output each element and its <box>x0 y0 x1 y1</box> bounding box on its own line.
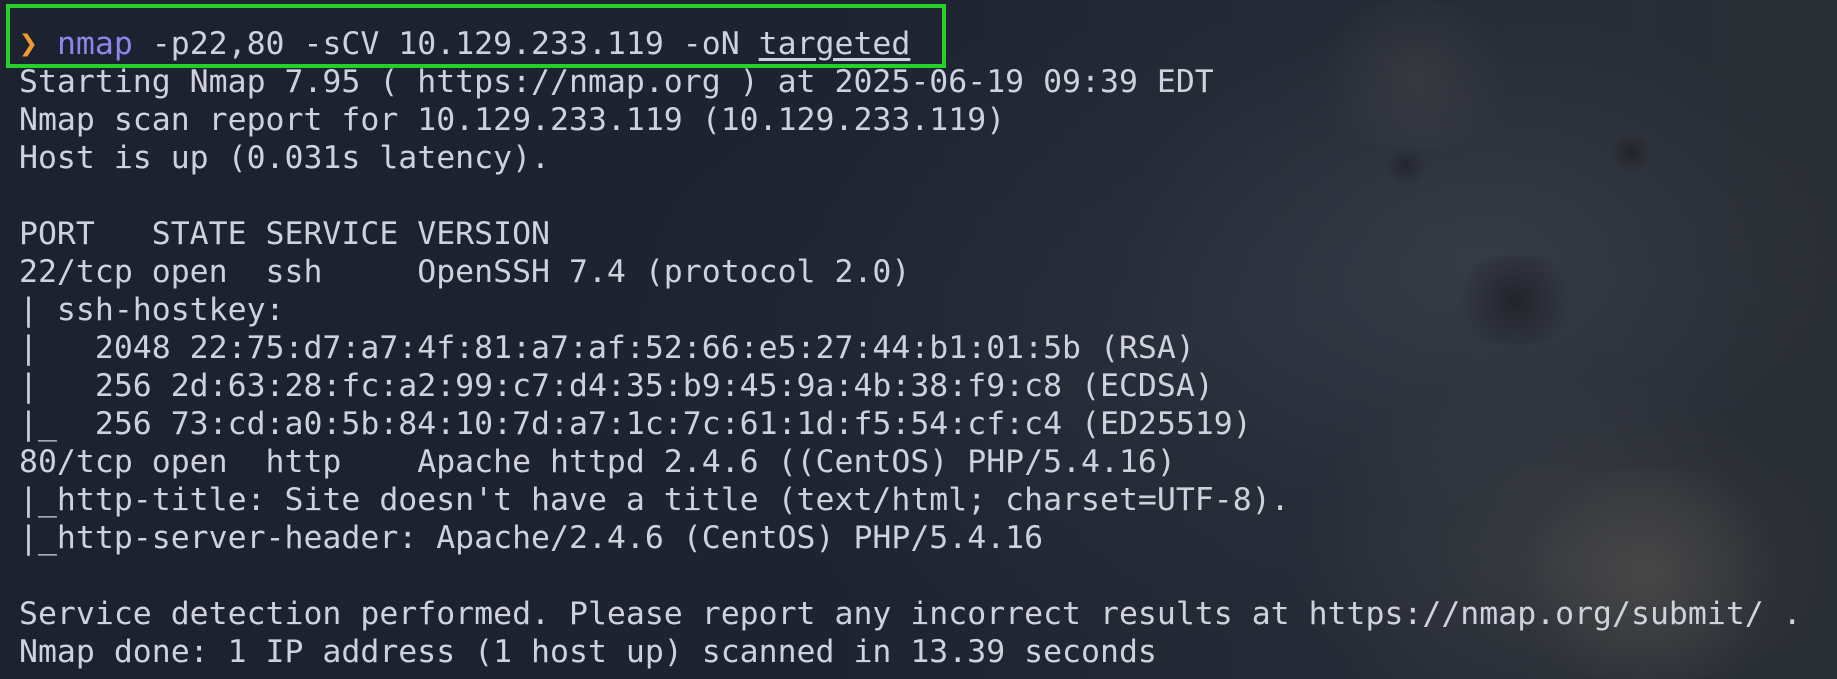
output-line: Host is up (0.031s latency). <box>19 140 551 176</box>
output-line: | 2048 22:75:d7:a7:4f:81:a7:af:52:66:e5:… <box>19 330 1195 366</box>
output-line: |_http-server-header: Apache/2.4.6 (Cent… <box>19 520 1044 556</box>
output-line: |_http-title: Site doesn't have a title … <box>19 482 1290 518</box>
output-line: Nmap done: 1 IP address (1 host up) scan… <box>19 634 1157 670</box>
output-line: |_ 256 73:cd:a0:5b:84:10:7d:a7:1c:7c:61:… <box>19 406 1252 442</box>
output-line: PORT STATE SERVICE VERSION <box>19 216 551 252</box>
output-line: | ssh-hostkey: <box>19 292 285 328</box>
output-line: | 256 2d:63:28:fc:a2:99:c7:d4:35:b9:45:9… <box>19 368 1214 404</box>
output-line: Starting Nmap 7.95 ( https://nmap.org ) … <box>19 64 1214 100</box>
command-highlight-box <box>6 4 946 68</box>
output-line: Nmap scan report for 10.129.233.119 (10.… <box>19 102 1006 138</box>
terminal-window[interactable]: ❯ nmap -p22,80 -sCV 10.129.233.119 -oN t… <box>0 0 1837 679</box>
output-line: 22/tcp open ssh OpenSSH 7.4 (protocol 2.… <box>19 254 911 290</box>
output-line: Service detection performed. Please repo… <box>19 596 1802 632</box>
output-line: 80/tcp open http Apache httpd 2.4.6 ((Ce… <box>19 444 1176 480</box>
terminal-output[interactable]: ❯ nmap -p22,80 -sCV 10.129.233.119 -oN t… <box>19 25 1802 671</box>
